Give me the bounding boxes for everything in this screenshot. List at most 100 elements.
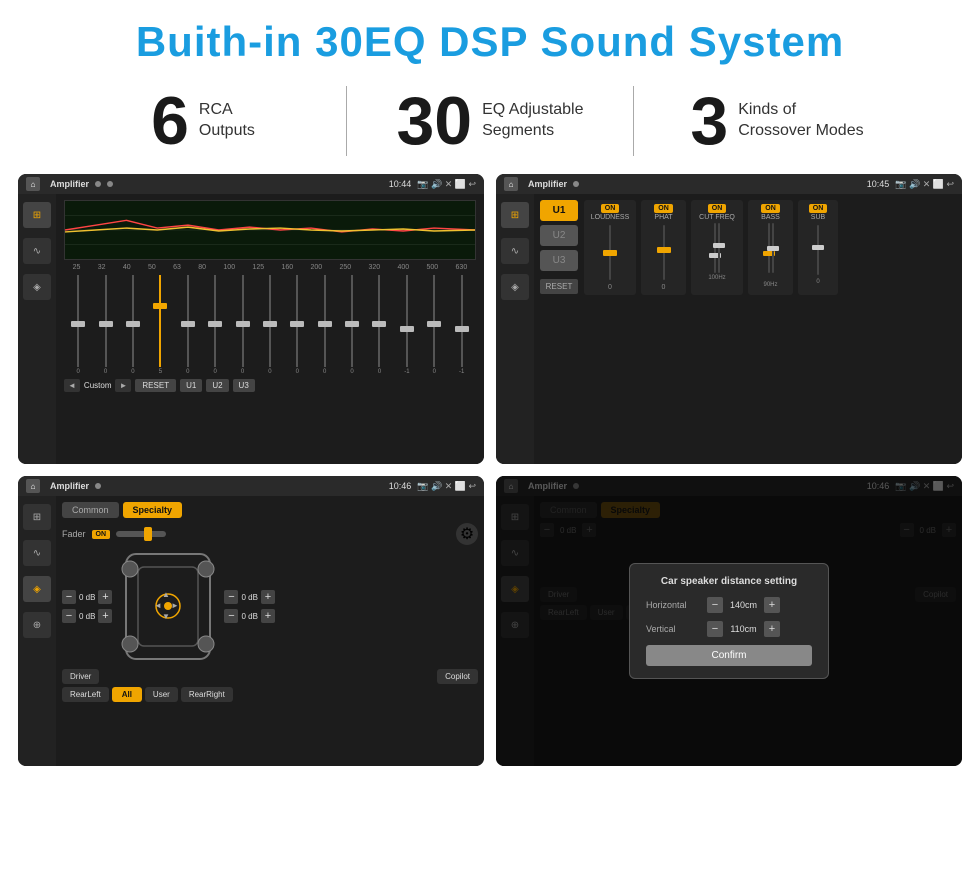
crossover-screen-card: ⌂ Amplifier 10:45 📷 🔊 ✕ ⬜ ↩ ⊞ ∿ ◈ U1 U2 … — [496, 174, 962, 464]
home-icon[interactable]: ⌂ — [26, 177, 40, 191]
left-top-minus[interactable]: − — [62, 590, 76, 604]
bass-slider-g[interactable] — [772, 223, 774, 273]
dialog-horizontal-value-group: − 140cm + — [707, 597, 780, 613]
left-bottom-db-value: 0 dB — [79, 612, 95, 621]
home-icon-2[interactable]: ⌂ — [504, 177, 518, 191]
eq-reset-btn[interactable]: RESET — [135, 379, 176, 392]
eq-prev-btn[interactable]: ◄ — [64, 379, 80, 392]
cutfreq-slider-g[interactable] — [718, 223, 720, 273]
distance-screen-card: ⌂ Amplifier 10:46 📷 🔊 ✕ ⬜ ↩ ⊞ ∿ ◈ ⊕ Comm… — [496, 476, 962, 766]
rearleft-btn[interactable]: RearLeft — [62, 687, 109, 702]
eq-next-btn[interactable]: ► — [115, 379, 131, 392]
vertical-minus-btn[interactable]: − — [707, 621, 723, 637]
crossover-reset-btn[interactable]: RESET — [540, 279, 578, 294]
svg-text:◄: ◄ — [155, 601, 163, 610]
loudness-slider[interactable] — [609, 225, 611, 280]
copilot-btn[interactable]: Copilot — [437, 669, 478, 684]
eq-slider-6[interactable]: 0 — [236, 275, 250, 375]
eq-u1-btn[interactable]: U1 — [180, 379, 202, 392]
toolbar-eq-icon[interactable]: ⊞ — [23, 202, 51, 228]
eq-slider-13[interactable]: 0 — [427, 275, 441, 375]
eq-u2-btn[interactable]: U2 — [206, 379, 228, 392]
channel-u2-btn[interactable]: U2 — [540, 225, 578, 246]
stat-rca-label: RCAOutputs — [199, 100, 255, 142]
horizontal-minus-btn[interactable]: − — [707, 597, 723, 613]
dialog-vertical-value-group: − 110cm + — [707, 621, 780, 637]
toolbar-wave-icon[interactable]: ∿ — [23, 238, 51, 264]
sub-control: ON SUB 0 — [798, 200, 838, 295]
eq-slider-8[interactable]: 0 — [290, 275, 304, 375]
stat-eq-number: 30 — [396, 87, 472, 155]
tab-common[interactable]: Common — [62, 502, 119, 518]
driver-btn[interactable]: Driver — [62, 669, 99, 684]
toolbar-fader-wave-icon[interactable]: ∿ — [23, 540, 51, 566]
eq-slider-5[interactable]: 0 — [208, 275, 222, 375]
settings-icon[interactable]: ⚙ — [456, 523, 478, 545]
fader-app-name: Amplifier — [50, 481, 89, 491]
toolbar-fader-surround-icon[interactable]: ⊕ — [23, 612, 51, 638]
user-btn[interactable]: User — [145, 687, 178, 702]
tab-specialty[interactable]: Specialty — [123, 502, 183, 518]
home-icon-3[interactable]: ⌂ — [26, 479, 40, 493]
eq-sliders: 0 0 0 — [64, 275, 476, 375]
cutfreq-label: CUT FREQ — [699, 214, 735, 221]
fader-dot — [95, 483, 101, 489]
left-top-plus[interactable]: + — [98, 590, 112, 604]
phat-slider[interactable] — [663, 225, 665, 280]
fader-slider[interactable] — [116, 531, 166, 537]
stat-eq-label: EQ AdjustableSegments — [482, 100, 583, 142]
fader-main-content: Common Specialty Fader ON ⚙ — [56, 496, 484, 766]
left-top-db-value: 0 dB — [79, 593, 95, 602]
right-top-plus[interactable]: + — [261, 590, 275, 604]
loudness-on-badge: ON — [601, 204, 620, 213]
crossover-left-toolbar: ⊞ ∿ ◈ — [496, 194, 534, 464]
right-top-db-value: 0 dB — [241, 593, 257, 602]
right-bottom-plus[interactable]: + — [261, 609, 275, 623]
toolbar-speaker-icon[interactable]: ◈ — [23, 274, 51, 300]
vertical-value: 110cm — [726, 624, 761, 634]
eq-status-bar: ⌂ Amplifier 10:44 📷 🔊 ✕ ⬜ ↩ — [18, 174, 484, 194]
eq-slider-3[interactable]: 5 — [153, 275, 167, 375]
fader-bottom-buttons-2: RearLeft All User RearRight — [62, 687, 478, 702]
car-speaker-layout: − 0 dB + − 0 dB + — [62, 549, 478, 664]
eq-slider-7[interactable]: 0 — [263, 275, 277, 375]
crossover-main-content: U1 U2 U3 RESET ON LOUDNESS — [534, 194, 962, 464]
stats-row: 6 RCAOutputs 30 EQ AdjustableSegments 3 … — [0, 76, 980, 174]
eq-slider-12[interactable]: -1 — [400, 275, 414, 375]
confirm-button[interactable]: Confirm — [646, 645, 812, 666]
left-top-db: − 0 dB + — [62, 590, 112, 604]
all-btn[interactable]: All — [112, 687, 142, 702]
right-bottom-minus[interactable]: − — [224, 609, 238, 623]
channel-u3-btn[interactable]: U3 — [540, 250, 578, 271]
right-top-minus[interactable]: − — [224, 590, 238, 604]
play-dot2 — [107, 181, 113, 187]
toolbar-cross-wave-icon[interactable]: ∿ — [501, 238, 529, 264]
left-bottom-minus[interactable]: − — [62, 609, 76, 623]
right-top-db: − 0 dB + — [224, 590, 274, 604]
eq-left-toolbar: ⊞ ∿ ◈ — [18, 194, 56, 464]
phat-value: 0 — [662, 284, 666, 291]
crossover-status-icons: 📷 🔊 ✕ ⬜ ↩ — [895, 179, 954, 190]
toolbar-cross-speaker-icon[interactable]: ◈ — [501, 274, 529, 300]
eq-slider-4[interactable]: 0 — [181, 275, 195, 375]
vertical-plus-btn[interactable]: + — [764, 621, 780, 637]
dialog-vertical-label: Vertical — [646, 624, 701, 634]
eq-slider-9[interactable]: 0 — [318, 275, 332, 375]
toolbar-fader-eq-icon[interactable]: ⊞ — [23, 504, 51, 530]
eq-slider-14[interactable]: -1 — [455, 275, 469, 375]
rearright-btn[interactable]: RearRight — [181, 687, 233, 702]
eq-slider-11[interactable]: 0 — [372, 275, 386, 375]
eq-u3-btn[interactable]: U3 — [233, 379, 255, 392]
eq-slider-1[interactable]: 0 — [99, 275, 113, 375]
fader-tabs: Common Specialty — [62, 502, 478, 518]
sub-slider[interactable] — [817, 225, 819, 275]
eq-slider-0[interactable]: 0 — [71, 275, 85, 375]
eq-slider-2[interactable]: 0 — [126, 275, 140, 375]
channel-u1-btn[interactable]: U1 — [540, 200, 578, 221]
eq-slider-10[interactable]: 0 — [345, 275, 359, 375]
left-bottom-plus[interactable]: + — [98, 609, 112, 623]
toolbar-cross-eq-icon[interactable]: ⊞ — [501, 202, 529, 228]
horizontal-plus-btn[interactable]: + — [764, 597, 780, 613]
cutfreq-slider-f[interactable] — [714, 223, 716, 273]
toolbar-fader-speaker-icon[interactable]: ◈ — [23, 576, 51, 602]
